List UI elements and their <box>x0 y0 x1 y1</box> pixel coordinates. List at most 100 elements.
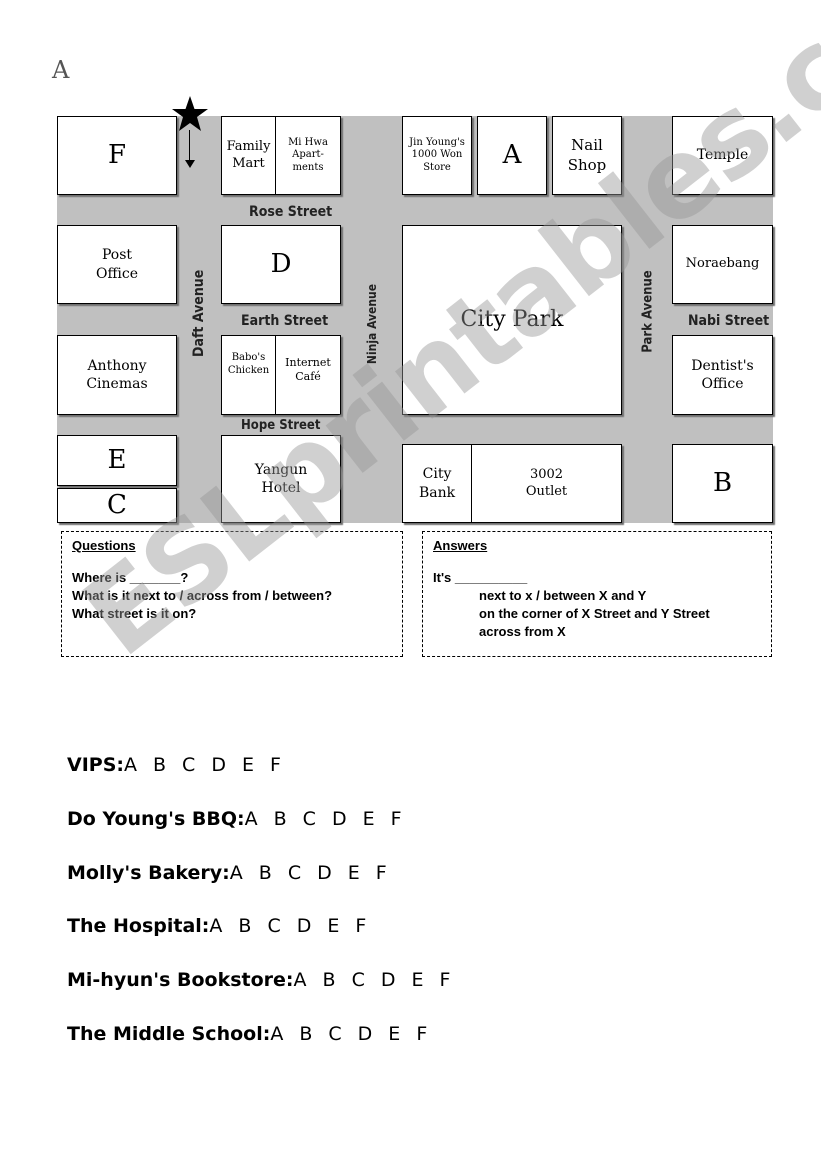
street-map: F Family Mart Mi Hwa Apart-ments Jin You… <box>57 96 773 523</box>
answer-line: across from X <box>479 624 566 639</box>
quiz-item: Mi-hyun's Bookstore:A B C D E F <box>67 969 466 991</box>
answer-line: It's __________ <box>433 570 528 585</box>
block-a: A <box>477 116 547 195</box>
quiz-option-a[interactable]: A <box>270 1023 283 1045</box>
questions-box: Questions Where is _______? What is it n… <box>61 531 403 657</box>
answers-box: Answers It's __________ next to x / betw… <box>422 531 772 657</box>
block-dentists-office: Dentist's Office <box>672 335 773 415</box>
block-3002-outlet: 3002 Outlet <box>471 444 622 523</box>
block-label: City Bank <box>418 466 456 501</box>
quiz-item-label: Mi-hyun's Bookstore: <box>67 969 294 991</box>
block-city-park: City Park <box>402 225 622 415</box>
block-babos-group: Babo's Chicken Internet Café <box>221 335 341 415</box>
block-label: Internet Café <box>285 356 331 383</box>
block-label: 3002 Outlet <box>525 467 568 499</box>
block-label: A <box>502 139 522 170</box>
quiz-option-f[interactable]: F <box>376 862 387 884</box>
block-mi-hwa-apartments: Mi Hwa Apart-ments <box>275 116 341 195</box>
block-label: C <box>107 489 127 520</box>
street-rose: Rose Street <box>249 204 333 220</box>
block-label: E <box>107 444 127 475</box>
quiz-option-a[interactable]: A <box>124 754 137 776</box>
street-earth: Earth Street <box>241 313 329 329</box>
block-label: Anthony Cinemas <box>86 357 148 392</box>
quiz-option-e[interactable]: E <box>242 754 254 776</box>
quiz-item: The Middle School:A B C D E F <box>67 1023 443 1045</box>
block-b: B <box>672 444 773 523</box>
answer-line: next to x / between X and Y <box>479 588 647 603</box>
quiz-option-e[interactable]: E <box>348 862 360 884</box>
quiz-option-b[interactable]: B <box>323 969 336 991</box>
quiz-option-c[interactable]: C <box>267 915 280 937</box>
quiz-option-c[interactable]: C <box>182 754 195 776</box>
quiz-item-label: The Hospital: <box>67 915 210 937</box>
answer-line: on the corner of X Street and Y Street <box>479 606 710 621</box>
block-label: Yangun Hotel <box>254 461 308 496</box>
quiz-option-b[interactable]: B <box>259 862 272 884</box>
quiz-option-e[interactable]: E <box>412 969 424 991</box>
quiz-option-a[interactable]: A <box>230 862 243 884</box>
quiz-item-label: Molly's Bakery: <box>67 862 230 884</box>
quiz-option-f[interactable]: F <box>440 969 451 991</box>
block-label: B <box>712 467 733 498</box>
quiz-option-f[interactable]: F <box>391 808 402 830</box>
quiz-option-b[interactable]: B <box>153 754 166 776</box>
quiz-option-c[interactable]: C <box>303 808 316 830</box>
quiz-option-c[interactable]: C <box>288 862 301 884</box>
quiz-option-d[interactable]: D <box>297 915 312 937</box>
arrow-down-icon <box>185 160 195 168</box>
quiz-option-e[interactable]: E <box>388 1023 400 1045</box>
quiz-option-c[interactable]: C <box>328 1023 341 1045</box>
block-label: Temple <box>696 147 749 164</box>
block-c: C <box>57 488 177 523</box>
block-yangun-hotel: Yangun Hotel <box>221 435 341 523</box>
block-label: Mi Hwa Apart-ments <box>288 136 328 173</box>
block-label: Babo's Chicken <box>227 352 270 376</box>
block-family-mart-group: Family Mart Mi Hwa Apart-ments <box>221 116 341 195</box>
quiz-item: Molly's Bakery:A B C D E F <box>67 862 403 884</box>
block-label: Jin Young's 1000 Won Store <box>409 136 465 173</box>
quiz-item-label: Do Young's BBQ: <box>67 808 245 830</box>
quiz-item-label: VIPS: <box>67 754 124 776</box>
quiz-option-f[interactable]: F <box>355 915 366 937</box>
quiz-option-d[interactable]: D <box>381 969 396 991</box>
quiz-item-label: The Middle School: <box>67 1023 271 1045</box>
questions-title: Questions <box>72 538 136 553</box>
quiz-option-d[interactable]: D <box>358 1023 373 1045</box>
block-babos-chicken: Babo's Chicken <box>221 335 276 415</box>
street-ninja: Ninja Avenue <box>365 283 379 365</box>
quiz-item: VIPS:A B C D E F <box>67 754 297 776</box>
street-daft: Daft Avenue <box>191 269 207 357</box>
quiz-option-f[interactable]: F <box>416 1023 427 1045</box>
quiz-option-b[interactable]: B <box>238 915 251 937</box>
question-line: What street is it on? <box>72 606 197 621</box>
block-nail-shop: Nail Shop <box>552 116 622 195</box>
block-family-mart: Family Mart <box>221 116 276 195</box>
block-label: Post Office <box>95 247 139 282</box>
question-line: Where is _______? <box>72 570 189 585</box>
block-bank-group: City Bank 3002 Outlet <box>402 444 622 523</box>
block-e: E <box>57 435 177 486</box>
quiz-option-d[interactable]: D <box>211 754 226 776</box>
quiz-option-e[interactable]: E <box>363 808 375 830</box>
quiz-option-c[interactable]: C <box>352 969 365 991</box>
quiz-option-e[interactable]: E <box>327 915 339 937</box>
quiz-option-d[interactable]: D <box>317 862 332 884</box>
block-internet-cafe: Internet Café <box>275 335 341 415</box>
street-nabi: Nabi Street <box>688 313 770 329</box>
block-f: F <box>57 116 177 195</box>
quiz-option-b[interactable]: B <box>299 1023 312 1045</box>
block-d: D <box>221 225 341 304</box>
block-city-bank: City Bank <box>402 444 472 523</box>
quiz-option-d[interactable]: D <box>332 808 347 830</box>
block-anthony-cinemas: Anthony Cinemas <box>57 335 177 415</box>
quiz-option-a[interactable]: A <box>209 915 222 937</box>
block-label: Noraebang <box>685 256 760 272</box>
quiz-option-f[interactable]: F <box>270 754 281 776</box>
block-temple: Temple <box>672 116 773 195</box>
quiz-option-b[interactable]: B <box>274 808 287 830</box>
arrow-line <box>189 130 190 162</box>
quiz-option-a[interactable]: A <box>245 808 258 830</box>
quiz-option-a[interactable]: A <box>294 969 307 991</box>
block-label: D <box>270 248 292 279</box>
